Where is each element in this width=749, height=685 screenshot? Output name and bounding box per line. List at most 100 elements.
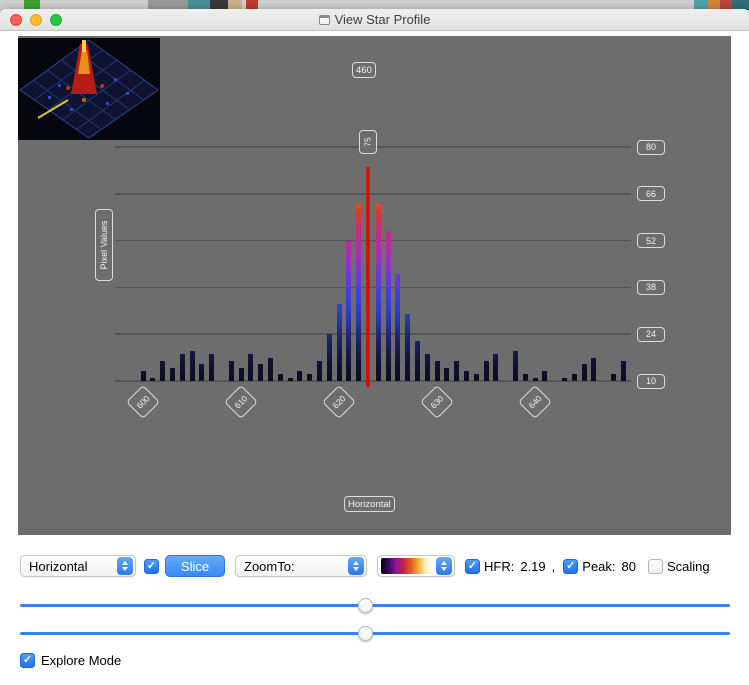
hfr-label: HFR: xyxy=(484,558,515,574)
histogram-bar xyxy=(160,360,166,381)
slider-track[interactable] xyxy=(20,604,730,607)
x-axis-tick-badge: 620 xyxy=(322,385,356,419)
direction-select[interactable]: Horizontal xyxy=(20,555,136,577)
histogram-bar xyxy=(326,334,332,381)
gridline xyxy=(115,193,631,195)
histogram-bar xyxy=(199,364,205,381)
histogram-bar xyxy=(454,360,460,381)
y-axis-tick-badge: 66 xyxy=(637,186,665,202)
minimize-button[interactable] xyxy=(30,14,42,26)
close-button[interactable] xyxy=(10,14,22,26)
x-axis-title: Horizontal xyxy=(344,496,395,512)
scaling-label: Scaling xyxy=(667,558,710,574)
plot-area: 80 66 52 38 24 10 600 610 620 630 640 xyxy=(18,36,731,535)
histogram-bar xyxy=(346,240,352,381)
vertical-position-slider[interactable] xyxy=(20,626,730,641)
histogram-bar xyxy=(542,370,548,381)
y-axis-title: Pixel Values xyxy=(95,209,113,281)
scaling-checkbox[interactable] xyxy=(648,558,663,574)
explore-label: Explore Mode xyxy=(41,653,122,668)
colormap-select[interactable] xyxy=(377,555,455,577)
hfr-checkbox[interactable] xyxy=(465,558,480,574)
hfr-value: 2.19 xyxy=(520,558,546,574)
histogram-bar xyxy=(287,377,293,381)
histogram-bar xyxy=(356,203,362,381)
slice-button[interactable]: Slice xyxy=(165,555,225,577)
y-axis-tick-badge: 10 xyxy=(637,373,665,389)
gridline xyxy=(115,239,631,242)
controls-panel: Horizontal Slice ZoomTo: HFR: 2.19 , Pea… xyxy=(0,535,749,685)
histogram-bar xyxy=(267,357,273,381)
y-axis-tick-badge: 52 xyxy=(637,233,665,249)
histogram-bar xyxy=(424,354,430,381)
window-title: View Star Profile xyxy=(334,12,431,27)
histogram-bar xyxy=(316,360,322,381)
histogram-bar xyxy=(414,340,420,381)
histogram-bar xyxy=(561,377,567,381)
histogram-bar xyxy=(473,374,479,381)
histogram-bar xyxy=(179,354,185,381)
histogram-bar xyxy=(336,304,342,381)
traffic-lights xyxy=(10,14,62,26)
histogram-bar xyxy=(463,370,469,381)
histogram-bar xyxy=(307,374,313,381)
y-axis-tick-badge: 24 xyxy=(637,326,665,342)
histogram-bar xyxy=(228,360,234,381)
histogram-bar xyxy=(532,377,538,381)
histogram-bar xyxy=(434,360,440,381)
y-axis-tick-badge: 80 xyxy=(637,139,665,155)
direction-select-value: Horizontal xyxy=(29,558,88,574)
titlebar[interactable]: View Star Profile xyxy=(0,9,749,31)
x-axis-tick-label: 600 xyxy=(134,393,152,411)
slider-thumb[interactable] xyxy=(358,598,373,613)
histogram-bar xyxy=(140,370,146,381)
histogram-bar xyxy=(493,354,499,381)
histogram-bar xyxy=(189,350,195,381)
stepper-icon xyxy=(348,557,364,575)
histogram-bar xyxy=(209,354,215,381)
histogram-bar xyxy=(581,364,587,381)
title-group: View Star Profile xyxy=(318,12,431,27)
stepper-icon xyxy=(117,557,133,575)
slice-value-badge: 75 xyxy=(359,130,377,154)
view-star-profile-window: View Star Profile 80 66 52 38 24 10 600 … xyxy=(0,9,749,685)
controls-row: Horizontal Slice ZoomTo: HFR: 2.19 , Pea… xyxy=(20,555,737,577)
histogram-bar xyxy=(385,230,391,381)
x-axis-tick-badge: 630 xyxy=(420,385,454,419)
x-axis-tick-badge: 600 xyxy=(126,385,160,419)
x-axis-tick-badge: 610 xyxy=(224,385,258,419)
slider-track[interactable] xyxy=(20,632,730,635)
histogram-bar xyxy=(483,360,489,381)
histogram-bar xyxy=(444,367,450,381)
colormap-swatch xyxy=(381,558,433,574)
histogram-bar xyxy=(620,360,626,381)
peak-label: Peak: xyxy=(582,558,616,574)
slice-row-badge: 460 xyxy=(352,62,376,78)
histogram-bar xyxy=(522,374,528,381)
slice-checkbox[interactable] xyxy=(144,558,159,574)
slider-thumb[interactable] xyxy=(358,626,373,641)
stepper-icon xyxy=(436,557,452,575)
chart-area: 80 66 52 38 24 10 600 610 620 630 640 460 75 Pixel… xyxy=(18,36,731,535)
explore-checkbox[interactable] xyxy=(20,653,35,668)
explore-mode-row: Explore Mode xyxy=(20,653,121,668)
histogram-bar xyxy=(238,367,244,381)
peak-checkbox[interactable] xyxy=(563,558,579,574)
horizontal-position-slider[interactable] xyxy=(20,598,730,613)
window-icon xyxy=(318,14,330,25)
y-axis-tick-badge: 38 xyxy=(637,279,665,295)
histogram-bar xyxy=(591,357,597,381)
fullscreen-button[interactable] xyxy=(50,14,62,26)
zoomto-select[interactable]: ZoomTo: xyxy=(235,555,367,577)
x-axis-tick-label: 630 xyxy=(428,393,446,411)
x-axis-tick-label: 640 xyxy=(526,393,544,411)
histogram-bar xyxy=(571,374,577,381)
histogram-bar xyxy=(150,377,156,381)
peak-bar-slice-indicator xyxy=(365,167,370,387)
histogram-bar xyxy=(277,374,283,381)
x-axis-tick-label: 620 xyxy=(330,393,348,411)
peak-value: 80 xyxy=(621,558,636,574)
histogram-bar xyxy=(258,364,264,381)
histogram-bar xyxy=(297,370,303,381)
histogram-bar xyxy=(405,314,411,381)
